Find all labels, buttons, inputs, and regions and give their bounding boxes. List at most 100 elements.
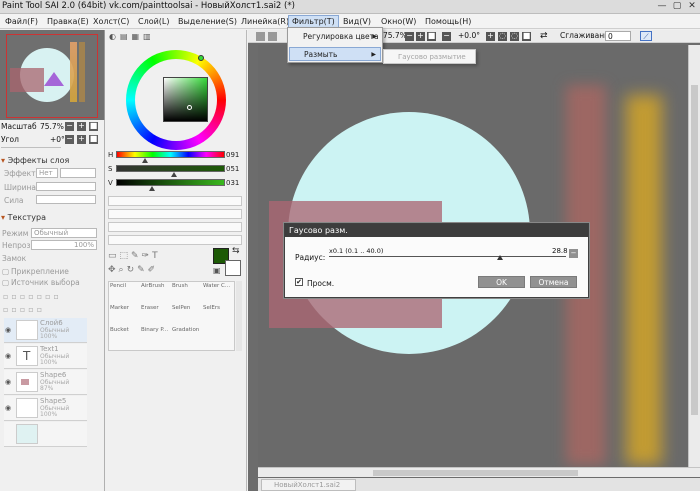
smoothing-select[interactable]: 0: [605, 31, 631, 41]
saturation-marker[interactable]: [171, 172, 177, 177]
texture-header[interactable]: Текстура: [1, 213, 46, 222]
layer-item[interactable]: ◉ Shape5 Обычный 100%: [4, 396, 87, 421]
eye-icon[interactable]: ◉: [5, 404, 11, 412]
radius-spinner[interactable]: −: [569, 249, 578, 258]
saturation-slider[interactable]: [116, 165, 225, 177]
sv-cursor[interactable]: [187, 105, 192, 110]
layer-item[interactable]: ◉ T Text1 Обычный 100%: [4, 344, 87, 369]
swatch-row[interactable]: [108, 235, 242, 245]
toolbar-zoom-in-icon[interactable]: +: [416, 32, 425, 41]
brush-binary[interactable]: Binary P...: [141, 327, 170, 349]
document-tab[interactable]: НовыйХолст1.sai2: [261, 479, 356, 491]
hue-marker[interactable]: [142, 158, 148, 163]
eye-icon[interactable]: ◉: [5, 378, 11, 386]
brush-pencil[interactable]: Pencil: [110, 283, 139, 305]
tool-icons[interactable]: ▭⬚✎✑T ✥⌕↻✎✐: [108, 249, 188, 279]
width-field[interactable]: [36, 182, 96, 191]
nav-viewport-frame[interactable]: [6, 34, 98, 118]
transparent-color-icon[interactable]: ▣: [213, 266, 221, 275]
opacity-field[interactable]: 100%: [31, 240, 97, 250]
toolbar-rotate-cw-icon[interactable]: ◌: [510, 32, 519, 41]
rotate-left-icon[interactable]: −: [65, 135, 74, 144]
swap-colors-icon[interactable]: ⇆: [232, 246, 240, 256]
toolbar-zoom-reset-icon[interactable]: ■: [427, 32, 436, 41]
radius-slider[interactable]: [329, 255, 566, 260]
rotate-right-icon[interactable]: +: [77, 135, 86, 144]
color-mode-tabs[interactable]: ◐▤▦▥: [109, 32, 189, 42]
toolbar-button[interactable]: [268, 32, 277, 41]
toolbar-angle[interactable]: +0.0°: [458, 31, 480, 41]
brush-selers[interactable]: SelErs: [203, 305, 232, 327]
mode-select[interactable]: Обычный: [31, 228, 97, 238]
effect-select[interactable]: Нет: [36, 168, 58, 178]
toolbar-rotate-ccw-icon[interactable]: ◌: [498, 32, 507, 41]
menu-help[interactable]: Помощь(H): [422, 16, 474, 27]
value-marker[interactable]: [149, 186, 155, 191]
brush-water[interactable]: Water C...: [203, 283, 232, 305]
toolbar-button[interactable]: [256, 32, 265, 41]
eye-icon[interactable]: ◉: [5, 352, 11, 360]
horizontal-scrollbar[interactable]: [258, 467, 700, 477]
layer-item[interactable]: ◉ Слой6 Обычный 100%: [4, 318, 87, 343]
toolbar-zoom[interactable]: 75.7%: [383, 31, 407, 41]
brush-marker[interactable]: Marker: [110, 305, 139, 327]
source-checkbox[interactable]: ▢: [2, 278, 9, 287]
zoom-in-icon[interactable]: +: [77, 122, 86, 131]
layer-action-icons[interactable]: ▫▫▫▫▫▫▫: [3, 292, 99, 302]
layer-tool-icons[interactable]: ▫▫▫▫▫: [3, 305, 99, 315]
menu-item-gaussian-blur[interactable]: Гаусово размытие: [398, 53, 466, 61]
pressure-icon[interactable]: ⟋: [640, 31, 652, 41]
brush-bucket[interactable]: Bucket: [110, 327, 139, 349]
toolbar-rotate-right-icon[interactable]: +: [486, 32, 495, 41]
secondary-color-swatch[interactable]: [225, 260, 241, 276]
menu-file[interactable]: Файл(F): [2, 16, 41, 27]
horizontal-scroll-thumb[interactable]: [373, 470, 578, 476]
flip-icon[interactable]: ⇄: [540, 31, 548, 41]
toolbar-zoom-out-icon[interactable]: −: [405, 32, 414, 41]
menu-canvas[interactable]: Холст(C): [90, 16, 132, 27]
zoom-reset-icon[interactable]: ■: [89, 122, 98, 131]
menu-item-color-adjust[interactable]: Регулировка цвета ▶: [289, 30, 381, 44]
brush-brush[interactable]: Brush: [172, 283, 201, 305]
navigator-preview[interactable]: [0, 30, 105, 120]
vertical-scrollbar[interactable]: [688, 45, 700, 467]
ok-button[interactable]: OK: [478, 276, 525, 288]
brush-selpen[interactable]: SelPen: [172, 305, 201, 327]
menu-selection[interactable]: Выделение(S): [175, 16, 240, 27]
menu-edit[interactable]: Правка(E): [44, 16, 92, 27]
brush-airbrush[interactable]: AirBrush: [141, 283, 170, 305]
layer-effects-header[interactable]: Эффекты слоя: [1, 156, 70, 165]
minimize-button[interactable]: —: [655, 1, 669, 12]
swatch-row[interactable]: [108, 209, 242, 219]
swatch-row[interactable]: [108, 222, 242, 232]
maximize-button[interactable]: ▢: [670, 1, 684, 12]
color-wheel[interactable]: [126, 50, 226, 150]
layer-item[interactable]: [4, 422, 87, 447]
radius-slider-thumb[interactable]: [497, 255, 503, 260]
swatch-row[interactable]: [108, 196, 242, 206]
value-slider[interactable]: [116, 179, 225, 191]
preview-checkbox[interactable]: ✔: [295, 278, 303, 286]
layer-item[interactable]: ◉ Shape6 Обычный 87%: [4, 370, 87, 395]
hue-cursor[interactable]: [198, 55, 204, 61]
eye-icon[interactable]: ◉: [5, 326, 11, 334]
menu-layer[interactable]: Слой(L): [135, 16, 173, 27]
brush-gradation[interactable]: Gradation: [172, 327, 201, 349]
vertical-scroll-thumb[interactable]: [691, 85, 698, 415]
brush-scrollbar[interactable]: [236, 281, 242, 351]
effect-extra[interactable]: [60, 168, 96, 178]
zoom-out-icon[interactable]: −: [65, 122, 74, 131]
close-button[interactable]: ✕: [685, 1, 699, 12]
rotate-reset-icon[interactable]: ■: [89, 135, 98, 144]
toolbar-rotate-left-icon[interactable]: −: [442, 32, 451, 41]
clip-checkbox[interactable]: ▢: [2, 267, 9, 276]
menu-window[interactable]: Окно(W): [378, 16, 419, 27]
angle-slider[interactable]: [1, 147, 61, 148]
brush-eraser[interactable]: Eraser: [141, 305, 170, 327]
menu-view[interactable]: Вид(V): [340, 16, 374, 27]
hue-slider[interactable]: [116, 151, 225, 163]
saturation-value-square[interactable]: [163, 77, 208, 122]
menu-item-blur[interactable]: Размыть ▶: [289, 47, 381, 61]
menu-ruler[interactable]: Линейка(R): [238, 16, 292, 27]
toolbar-rotate-reset-icon[interactable]: ■: [522, 32, 531, 41]
